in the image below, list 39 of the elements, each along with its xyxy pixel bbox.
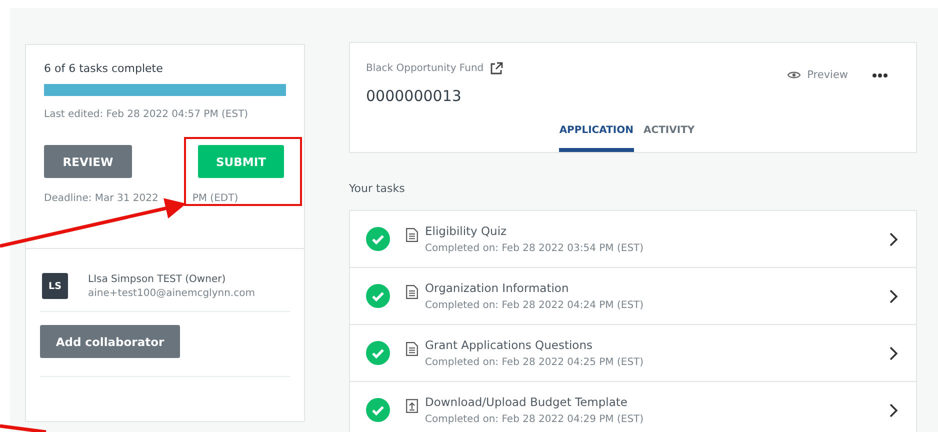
avatar: LS: [42, 273, 68, 299]
task-title: Grant Applications Questions: [425, 338, 594, 352]
completed-date: Completed on: Feb 28 2022 04:25 PM (EST): [425, 357, 645, 368]
chevron-right-icon: [889, 346, 898, 360]
task-row[interactable]: Grant Applications Questions Completed on: Feb 28 2022 04:25 PM (EST): [350, 325, 916, 382]
progress-label: 6 of 6 tasks complete: [44, 62, 164, 75]
deadline-text: PM (EDT): [192, 193, 238, 204]
review-button[interactable]: REVIEW: [44, 145, 132, 178]
application-number: 0000000013: [366, 87, 462, 105]
document-icon: [406, 285, 418, 299]
task-title: Download/Upload Budget Template: [425, 395, 628, 409]
add-collaborator-button[interactable]: Add collaborator: [40, 325, 180, 358]
more-icon[interactable]: [872, 72, 888, 78]
tab[interactable]: APPLICATION: [559, 119, 634, 152]
fund-name: Black Opportunity Fund: [366, 62, 484, 74]
document-icon: [406, 342, 418, 356]
tab[interactable]: ACTIVITY: [644, 119, 695, 152]
task-title: Eligibility Quiz: [425, 224, 508, 238]
task-row[interactable]: Eligibility Quiz Completed on: Feb 28 2022 03:54 PM (EST): [350, 211, 916, 268]
preview-button[interactable]: Preview: [787, 69, 848, 81]
document-icon: [406, 228, 418, 242]
completed-date: Completed on: Feb 28 2022 04:24 PM (EST): [425, 300, 645, 311]
eye-icon: [787, 70, 802, 80]
deadline-text: Deadline: Mar 31 2022: [44, 193, 158, 204]
chevron-right-icon: [889, 288, 898, 304]
completed-date: Completed on: Feb 28 2022 03:54 PM (EST): [425, 243, 645, 254]
task-row[interactable]: Download/Upload Budget Template Completed on: Feb 28 2022 04:29 PM (EST): [350, 382, 916, 432]
collaborator-name: LIsa Simpson TEST (Owner): [88, 274, 227, 284]
last-edited: Last edited: Feb 28 2022 04:57 PM (EST): [44, 109, 250, 120]
chevron-right-icon: [889, 232, 898, 246]
completed-date: Completed on: Feb 28 2022 04:29 PM (EST): [425, 414, 645, 425]
tasks-heading: Your tasks: [349, 182, 406, 195]
chevron-right-icon: [889, 402, 898, 418]
collaborator-email: aine+test100@ainemcglynn.com: [88, 288, 255, 298]
external-link-icon[interactable]: [490, 62, 503, 74]
annotation-line: [0, 424, 46, 432]
task-title: Organization Information: [425, 281, 570, 295]
upload-icon: [406, 399, 418, 413]
task-row[interactable]: Organization Information Completed on: Feb 28 2022 04:24 PM (EST): [350, 268, 916, 325]
